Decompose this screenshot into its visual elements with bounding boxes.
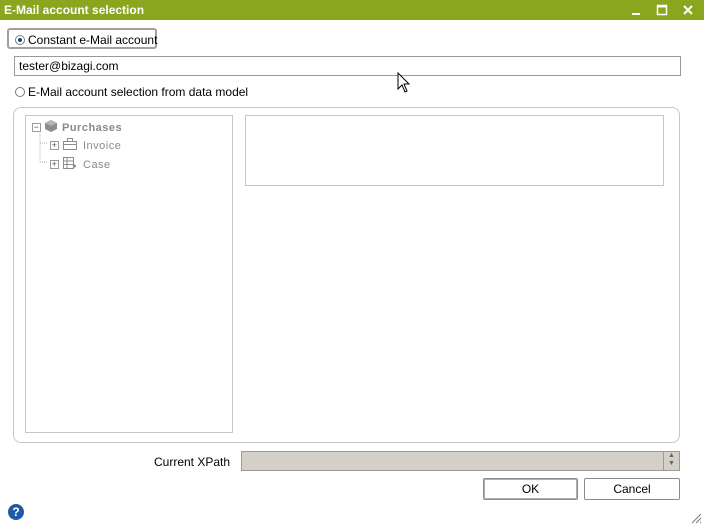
- email-field[interactable]: [14, 56, 681, 76]
- minimize-icon[interactable]: [628, 2, 644, 18]
- entity-cube-icon: [45, 120, 57, 135]
- xpath-label: Current XPath: [154, 455, 231, 469]
- mouse-cursor-icon: [397, 72, 411, 93]
- expand-icon[interactable]: +: [50, 141, 59, 150]
- constant-email-option[interactable]: Constant e-Mail account: [15, 33, 157, 47]
- close-icon[interactable]: [680, 2, 696, 18]
- tree-node-label: Invoice: [83, 139, 122, 152]
- tree-node-label: Purchases: [62, 121, 123, 134]
- tree-node-case[interactable]: + Case: [50, 157, 111, 172]
- tree-node-label: Case: [83, 158, 111, 171]
- spin-down-icon[interactable]: ▼: [664, 460, 679, 468]
- window-title: E-Mail account selection: [4, 3, 145, 17]
- briefcase-icon: [63, 138, 77, 153]
- datamodel-email-label: E-Mail account selection from data model: [28, 85, 249, 99]
- spin-up-icon[interactable]: ▲: [664, 452, 679, 460]
- maximize-icon[interactable]: [654, 2, 670, 18]
- collapse-icon[interactable]: −: [32, 123, 41, 132]
- datamodel-email-radio[interactable]: [15, 87, 25, 97]
- data-model-tree[interactable]: − Purchases + Invoice + Case: [25, 115, 233, 433]
- help-icon[interactable]: ?: [8, 504, 24, 520]
- xpath-field[interactable]: ▲ ▼: [241, 451, 680, 471]
- ok-button[interactable]: OK: [483, 478, 578, 500]
- constant-email-radio[interactable]: [15, 35, 25, 45]
- attribute-detail-panel: [245, 115, 664, 186]
- datamodel-email-option[interactable]: E-Mail account selection from data model: [15, 85, 248, 99]
- constant-email-label: Constant e-Mail account: [28, 33, 158, 47]
- tree-node-invoice[interactable]: + Invoice: [50, 138, 121, 153]
- expand-icon[interactable]: +: [50, 160, 59, 169]
- title-bar: E-Mail account selection: [0, 0, 704, 20]
- xpath-spinner[interactable]: ▲ ▼: [663, 452, 679, 470]
- cancel-button[interactable]: Cancel: [584, 478, 680, 500]
- tree-node-purchases[interactable]: − Purchases: [32, 120, 122, 135]
- table-icon: [63, 157, 77, 172]
- resize-grip-icon[interactable]: [690, 512, 702, 524]
